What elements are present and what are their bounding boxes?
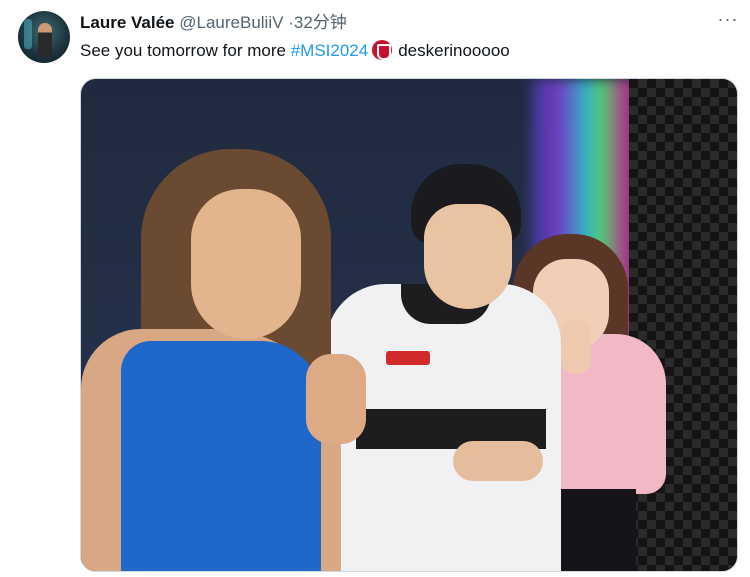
photo-acoustic-panel bbox=[629, 79, 737, 571]
photo-person-left-hand bbox=[306, 354, 366, 444]
avatar-figure bbox=[38, 23, 52, 57]
msi-logo-icon[interactable] bbox=[372, 40, 393, 60]
tweet-text-end: deskerinooooo bbox=[398, 41, 510, 60]
photo-person-left-dress bbox=[121, 341, 321, 571]
tweet-text-start: See you tomorrow for more bbox=[80, 41, 291, 60]
tweet-text: See you tomorrow for more #MSI2024 desker… bbox=[80, 40, 510, 62]
hashtag-link[interactable]: #MSI2024 bbox=[291, 41, 369, 60]
avatar-background bbox=[24, 19, 32, 49]
photo-person-left-face bbox=[191, 189, 301, 339]
tweet-timestamp[interactable]: 32分钟 bbox=[294, 13, 347, 32]
tweet-header: Laure Valée @LaureBuliiV ·32分钟 bbox=[80, 12, 347, 34]
photo-person-right-hand bbox=[561, 319, 591, 374]
author-handle[interactable]: @LaureBuliiV bbox=[179, 13, 283, 32]
tweet-card[interactable]: Laure Valée @LaureBuliiV ·32分钟 ··· See y… bbox=[0, 0, 750, 577]
author-name[interactable]: Laure Valée bbox=[80, 13, 175, 32]
photo-shirt-logo bbox=[386, 351, 430, 365]
more-options-icon[interactable]: ··· bbox=[716, 10, 740, 34]
photo-person-center-hand bbox=[453, 441, 543, 481]
photo-person-center-face bbox=[424, 204, 512, 309]
tweet-photo[interactable] bbox=[80, 78, 738, 572]
author-avatar[interactable] bbox=[18, 11, 70, 63]
